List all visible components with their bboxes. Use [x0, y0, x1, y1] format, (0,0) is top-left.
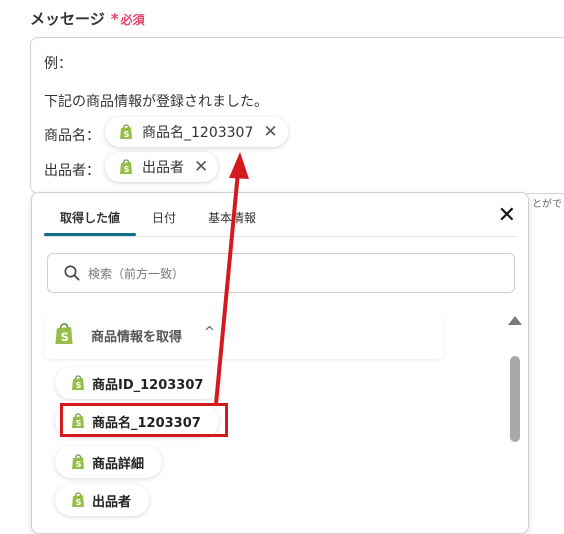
required-asterisk: *	[110, 10, 119, 28]
svg-text:S: S	[124, 130, 130, 139]
list-item-product-id[interactable]: S 商品ID_1203307	[55, 367, 222, 399]
chevron-up-icon[interactable]: ^	[204, 325, 215, 340]
close-icon[interactable]: ✕	[498, 205, 516, 227]
chip-label: 商品名_1203307	[142, 125, 254, 141]
svg-text:S: S	[61, 330, 69, 344]
tab-divider	[44, 236, 516, 237]
variable-chip-seller[interactable]: S 出品者 ✕	[105, 152, 219, 182]
field-label-text: メッセージ	[30, 10, 105, 28]
search-input[interactable]	[86, 263, 490, 285]
search-field[interactable]	[47, 253, 515, 293]
example-prefix: 例：	[44, 56, 72, 72]
variable-chip-product-name[interactable]: S 商品名_1203307 ✕	[105, 117, 288, 147]
list-item-seller[interactable]: S 出品者	[55, 484, 150, 516]
group-header-get-product-info[interactable]: S 商品情報を取得 ^	[44, 311, 444, 359]
variable-picker-popover: 取得した値 日付 基本情報 ✕ S 商品情報を取得 ^	[31, 192, 529, 534]
message-body-line: 下記の商品情報が登録されました。	[44, 94, 268, 110]
item-label: 商品ID_1203307	[92, 377, 204, 393]
shopify-bag-icon: S	[72, 492, 84, 507]
tab-date[interactable]: 日付	[152, 209, 176, 226]
svg-text:S: S	[76, 381, 82, 390]
shopify-bag-icon: S	[55, 323, 73, 344]
message-textarea[interactable]: 例： 下記の商品情報が登録されました。 商品名： 出品者： S 商品名_1203…	[30, 37, 564, 194]
list-item-product-details[interactable]: S 商品詳細	[55, 446, 163, 478]
close-icon[interactable]: ✕	[263, 122, 277, 142]
chip-label: 出品者	[142, 160, 184, 176]
message-field-label: メッセージ * 必須	[30, 8, 145, 29]
shopify-bag-icon: S	[72, 454, 84, 469]
tab-retrieved-values[interactable]: 取得した値	[60, 209, 120, 226]
search-icon	[64, 265, 80, 281]
item-label: 商品詳細	[92, 456, 145, 472]
svg-text:S: S	[76, 498, 82, 507]
shopify-bag-icon: S	[72, 375, 84, 390]
product-name-label: 商品名：	[44, 128, 100, 144]
required-badge: 必須	[120, 13, 145, 27]
close-icon[interactable]: ✕	[194, 157, 208, 177]
svg-text:S: S	[76, 460, 82, 469]
shopify-bag-icon: S	[120, 159, 132, 174]
svg-text:S: S	[124, 165, 130, 174]
scrollbar-thumb[interactable]	[510, 356, 520, 442]
shopify-bag-icon: S	[120, 124, 132, 139]
annotation-highlight-box	[60, 403, 228, 437]
tab-basic-info[interactable]: 基本情報	[208, 209, 256, 226]
scroll-up-arrow-icon[interactable]	[508, 316, 522, 325]
group-title: 商品情報を取得	[91, 330, 183, 345]
truncated-hint-text: とがで	[532, 199, 562, 210]
item-label: 出品者	[92, 494, 132, 510]
seller-label: 出品者：	[44, 163, 100, 179]
